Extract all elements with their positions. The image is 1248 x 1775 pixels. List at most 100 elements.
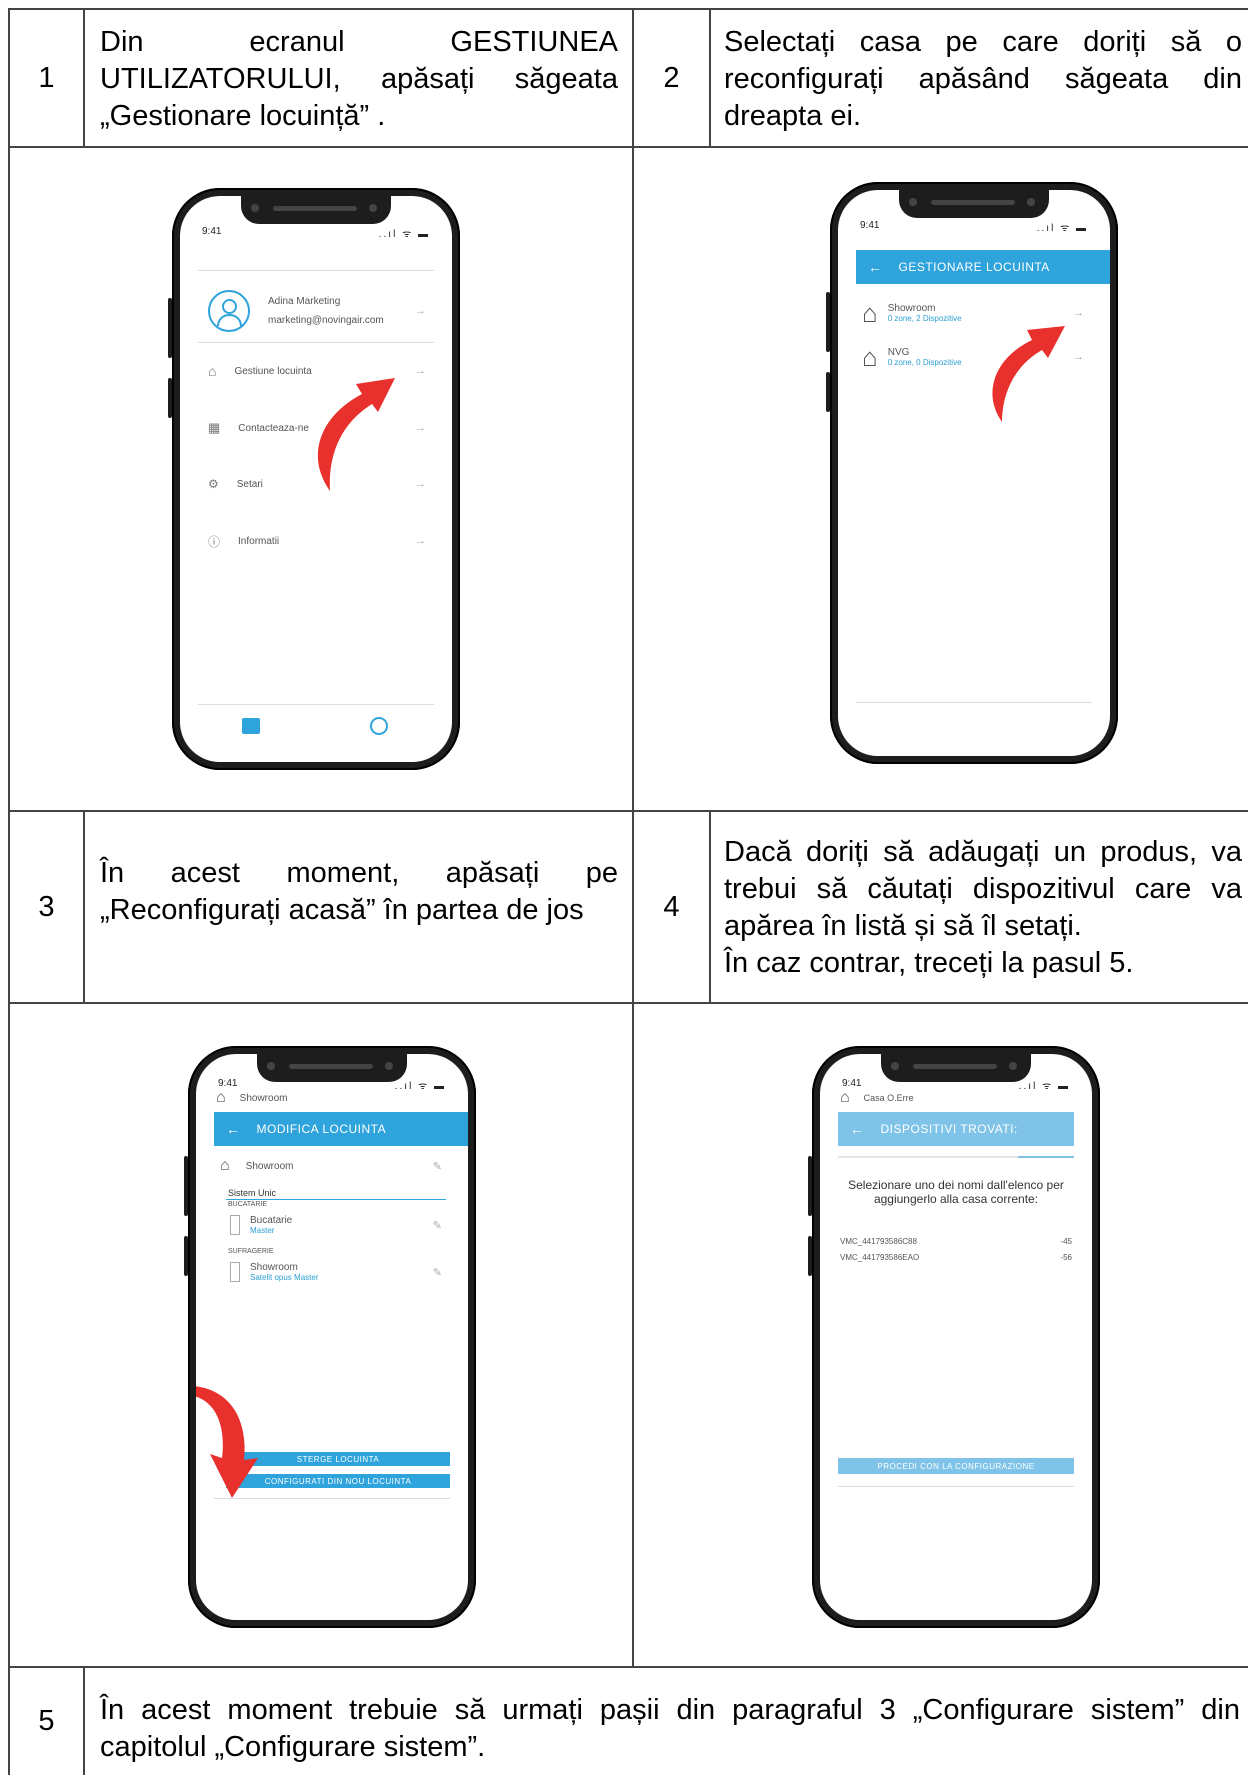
header-bar: ← GESTIONARE LOCUINTA (856, 250, 1110, 284)
divider (198, 704, 434, 705)
red-arrow-indicator (317, 378, 395, 491)
phone-mockup-modify-home: 9:41 ..ıl ᯤ ▬ ⌂ Showroom ← MODIFICA LOCU… (184, 1046, 476, 1628)
back-arrow-icon[interactable]: ← (850, 1121, 865, 1137)
device-name: VMC_441793586C88 (840, 1236, 917, 1246)
step-text: În acest moment, apăsați pe „Reconfigura… (100, 857, 618, 926)
phone-side-button (808, 1156, 812, 1216)
chevron-right-icon[interactable]: → (415, 365, 426, 377)
user-name: Adina Marketing (268, 296, 341, 307)
divider (198, 342, 434, 343)
device-name: Showroom (250, 1262, 298, 1273)
back-arrow-icon[interactable]: ← (226, 1121, 241, 1137)
instruction-text: Selezionare uno dei nomi dall'elenco per… (848, 1178, 1064, 1206)
phone-mockup-home-management: 9:41 ..ıl ᯤ ▬ ← GESTIONARE LOCUINTA ⌂ Sh… (826, 182, 1118, 764)
pencil-icon[interactable]: ✎ (433, 1219, 442, 1232)
table-border (83, 810, 85, 1004)
device-icon (230, 1262, 240, 1282)
house-icon: ⌂ (840, 1089, 850, 1106)
room-label: BUCATARIE (228, 1201, 268, 1208)
home-label: Casa O.Erre (863, 1093, 914, 1103)
home-name-row[interactable]: ⌂ Showroom ✎ (216, 1156, 448, 1176)
device-signal: -56 (1060, 1252, 1072, 1262)
room-label: SUFRAGERIE (228, 1248, 274, 1255)
instruction-table: 1 Din ecranul GESTIUNEA UTILIZATORULUI, … (8, 8, 1248, 1775)
table-border (8, 1666, 1248, 1668)
device-row[interactable]: Bucatarie Master ✎ (230, 1210, 448, 1240)
device-icon (230, 1215, 240, 1235)
status-time: 9:41 (860, 220, 880, 231)
tab-home-icon[interactable] (242, 718, 260, 734)
current-home-label: ⌂ Casa O.Erre (840, 1089, 1072, 1106)
table-border (83, 1666, 85, 1775)
header-title: DISPOSITIVI TROVATI: (880, 1122, 1018, 1136)
phone-mockup-found-devices: 9:41 ..ıl ᯤ ▬ ⌂ Casa O.Erre ← DISPOSITIV… (808, 1046, 1100, 1628)
user-profile-row[interactable]: Adina Marketing marketing@novingair.com … (200, 286, 432, 336)
divider (856, 702, 1092, 703)
system-label: Sistem Unic (228, 1188, 277, 1198)
tab-profile-icon[interactable] (370, 717, 388, 735)
phone-screen: 9:41 ..ıl ᯤ ▬ ⌂ Showroom ← MODIFICA LOCU… (196, 1054, 468, 1620)
phone-screen: 9:41 ..ıl ᯤ ▬ Adina Marketing marketing@… (180, 196, 452, 762)
home-name: Showroom (887, 303, 936, 314)
header-title: GESTIONARE LOCUINTA (898, 260, 1050, 274)
chevron-right-icon[interactable]: → (1073, 307, 1084, 319)
proceed-configuration-button[interactable]: PROCEDI CON LA CONFIGURAZIONE (838, 1458, 1074, 1474)
chevron-right-icon: → (415, 478, 426, 490)
progress-track (838, 1156, 1074, 1158)
phone-notch (881, 1054, 1031, 1082)
house-icon: ⌂ (216, 1089, 226, 1106)
phone-side-button (808, 1236, 812, 1276)
device-list-item[interactable]: VMC_441793586EAO -56 (840, 1250, 1072, 1264)
pencil-icon[interactable]: ✎ (433, 1266, 442, 1279)
table-border (8, 810, 1248, 812)
table-border (8, 8, 1248, 10)
table-border (709, 8, 711, 148)
current-home-label: ⌂ Showroom (216, 1089, 448, 1106)
divider (198, 270, 434, 271)
table-border (83, 8, 85, 148)
avatar-icon (208, 290, 250, 332)
phone-side-button (826, 372, 830, 412)
table-border (8, 1002, 1248, 1004)
status-icons: ..ıl ᯤ ▬ (378, 229, 430, 240)
pencil-icon[interactable]: ✎ (433, 1160, 442, 1173)
status-icons: ..ıl ᯤ ▬ (1036, 223, 1088, 234)
device-role: Master (250, 1226, 275, 1235)
phone-side-button (184, 1236, 188, 1276)
phone-notch (241, 196, 391, 224)
step-text-line: În caz contrar, treceți la pasul 5. (724, 947, 1134, 979)
phone-side-button (168, 378, 172, 418)
info-icon: ⓘ (208, 534, 221, 549)
device-role: Satelit opus Master (250, 1273, 319, 1282)
house-icon: ⌂ (862, 297, 878, 328)
step-text: În acest moment trebuie să urmați pașii … (100, 1694, 1240, 1763)
phone-side-button (826, 292, 830, 352)
device-row[interactable]: Showroom Satelit opus Master ✎ (230, 1257, 448, 1287)
back-arrow-icon[interactable]: ← (868, 259, 883, 275)
device-list-item[interactable]: VMC_441793586C88 -45 (840, 1234, 1072, 1248)
status-time: 9:41 (842, 1078, 862, 1089)
phone-notch (899, 190, 1049, 218)
header-title: MODIFICA LOCUINTA (256, 1122, 387, 1136)
menu-item-informatii[interactable]: ⓘ Informatii → (200, 526, 432, 556)
chevron-right-icon[interactable]: → (1073, 351, 1084, 363)
phone-notch (257, 1054, 407, 1082)
table-border (8, 146, 1248, 148)
table-border (709, 810, 711, 1004)
home-subtitle: 0 zone, 2 Dispozitive (887, 314, 962, 323)
divider (838, 1486, 1074, 1487)
red-arrow-indicator (992, 326, 1065, 422)
header-bar: ← MODIFICA LOCUINTA (214, 1112, 468, 1146)
chevron-right-icon: → (415, 305, 426, 317)
phone-side-button (184, 1156, 188, 1216)
step-text: Dacă doriți să adăugați un produs, va tr… (724, 834, 1242, 982)
home-name: NVG (887, 347, 910, 358)
step-number: 2 (663, 61, 680, 94)
step-text: Din ecranul GESTIUNEA UTILIZATORULUI, ap… (100, 26, 618, 132)
home-label: Showroom (239, 1092, 288, 1104)
phone-screen: 9:41 ..ıl ᯤ ▬ ⌂ Casa O.Erre ← DISPOSITIV… (820, 1054, 1092, 1620)
progress-fill (1018, 1156, 1074, 1158)
status-time: 9:41 (218, 1078, 238, 1089)
step-text-line: Dacă doriți să adăugați un produs, va tr… (724, 836, 1242, 942)
house-icon: ⌂ (220, 1157, 230, 1174)
